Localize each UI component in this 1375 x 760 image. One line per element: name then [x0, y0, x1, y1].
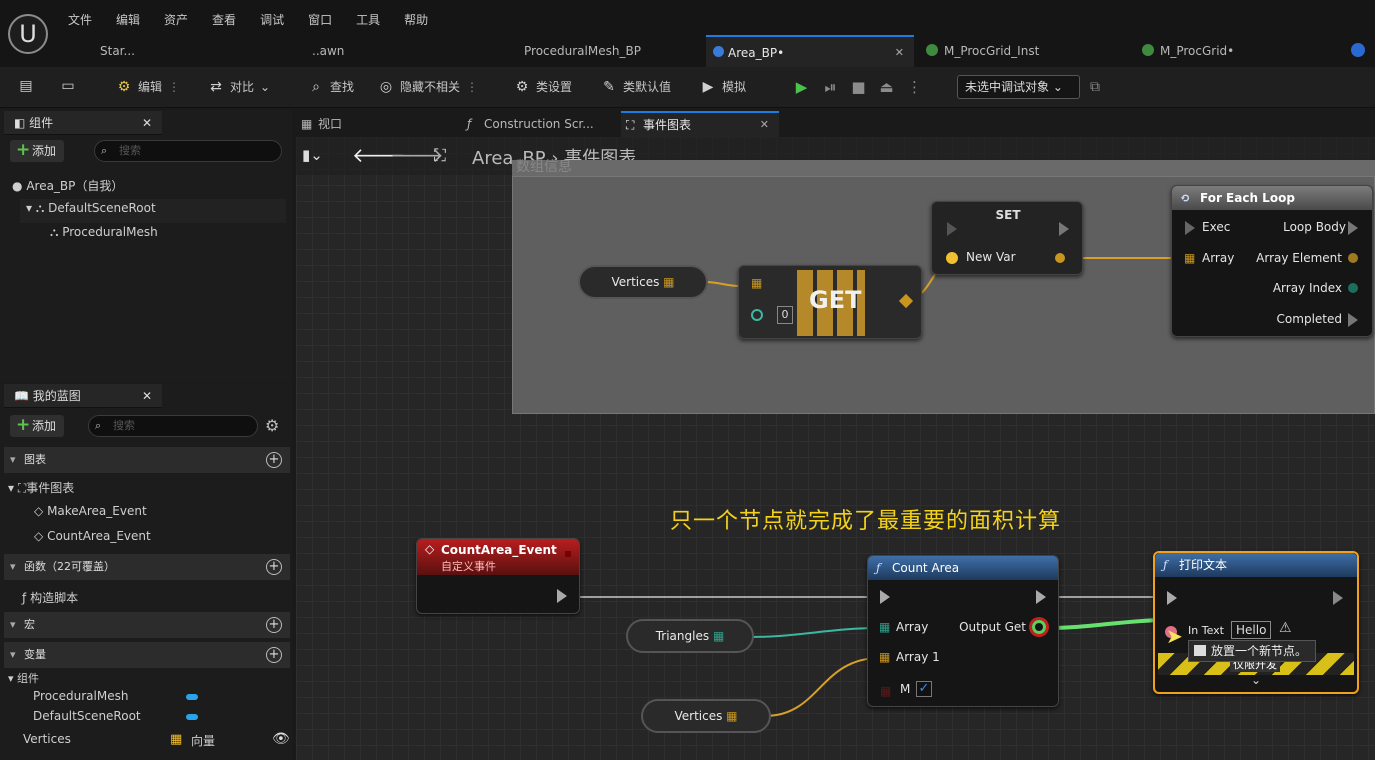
warning-icon: ⚠ [1279, 620, 1292, 636]
exec-out-pin[interactable] [1059, 222, 1069, 236]
element-pin[interactable] [1348, 253, 1358, 263]
index-pin[interactable] [1348, 283, 1358, 293]
index-pin-icon[interactable] [751, 309, 763, 321]
in-text-input[interactable]: Hello [1231, 621, 1272, 639]
vector-wire [764, 657, 881, 717]
for-each-loop-node[interactable]: ⟲ For Each Loop Exec Loop Body ▦ Array Ar… [1171, 185, 1373, 337]
exec-out-pin[interactable] [1333, 591, 1343, 605]
mouse-cursor-icon: ➤ [1166, 624, 1183, 648]
array-pin-icon[interactable]: ▦ [879, 650, 890, 664]
get-node[interactable]: GET ▦ 0 [738, 265, 922, 339]
loop-icon: ⟲ [1180, 191, 1191, 205]
exec-out-pin[interactable] [1036, 590, 1046, 604]
m-checkbox[interactable]: ✓ [916, 681, 932, 697]
video-subtitle: 只一个节点就完成了最重要的面积计算 [670, 509, 1062, 534]
completed-pin[interactable] [1348, 313, 1358, 327]
unreal-logo-icon[interactable]: U [8, 14, 48, 54]
exec-in-pin[interactable] [1167, 591, 1177, 605]
array-pin-icon[interactable]: ▦ [726, 709, 737, 723]
custom-event-node[interactable]: ◇ CountArea_Event 自定义事件 [416, 538, 580, 614]
exec-in-pin[interactable] [1185, 221, 1195, 235]
function-icon: ƒ [1163, 558, 1168, 572]
output-pin-icon[interactable] [898, 293, 914, 309]
array-pin-icon[interactable]: ▦ [713, 629, 724, 643]
event-icon: ◇ [425, 542, 435, 556]
array-pin-icon[interactable]: ▦ [880, 684, 891, 698]
output-wire [1045, 618, 1161, 630]
index-input[interactable]: 0 [777, 306, 793, 324]
array-pin-icon[interactable]: ▦ [1184, 251, 1195, 265]
vertices-variable-node[interactable]: Vertices ▦ [641, 699, 771, 733]
exec-in-pin[interactable] [947, 222, 957, 236]
print-text-node[interactable]: ƒ 打印文本 In Text Hello ⚠ 仅限开发 ⌄ [1153, 551, 1359, 694]
vector-pin-icon[interactable] [946, 252, 958, 264]
expand-chevron-icon[interactable]: ⌄ [1251, 673, 1261, 687]
output-pin-icon[interactable] [1032, 620, 1046, 634]
array-pin-icon[interactable]: ▦ [879, 620, 890, 634]
array-pin-icon[interactable]: ▦ [663, 275, 674, 289]
delegate-pin[interactable] [565, 551, 571, 557]
place-node-tooltip: 放置一个新节点。 [1188, 640, 1317, 662]
exec-out-pin[interactable] [557, 589, 567, 603]
array-pin-icon[interactable]: ▦ [751, 276, 762, 290]
count-area-node[interactable]: ƒ Count Area ▦ Array Output Get ▦ Array 1… [867, 555, 1059, 707]
vector-out-pin[interactable] [1055, 253, 1065, 263]
exec-in-pin[interactable] [880, 590, 890, 604]
vector-wire [704, 281, 741, 287]
vertices-variable-node[interactable]: Vertices ▦ [578, 265, 708, 299]
loop-body-pin[interactable] [1348, 221, 1358, 235]
node-icon [1194, 645, 1206, 656]
triangles-variable-node[interactable]: Triangles ▦ [626, 619, 754, 653]
function-icon: ƒ [876, 561, 881, 575]
int-wire [749, 627, 881, 638]
set-node[interactable]: SET New Var [931, 201, 1083, 275]
